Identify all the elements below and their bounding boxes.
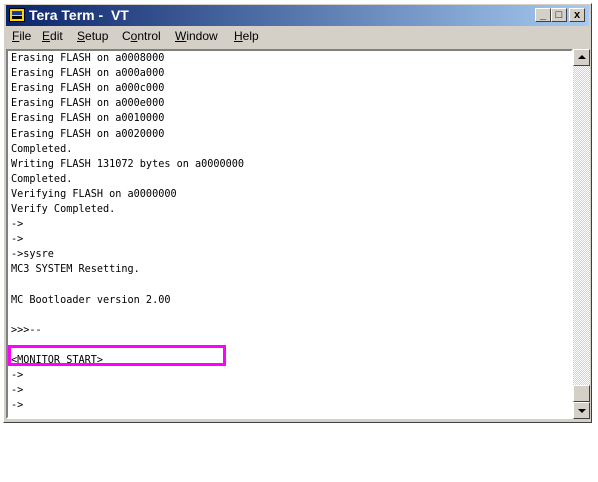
terminal-line: -> [11, 370, 24, 382]
vertical-scrollbar[interactable] [573, 49, 590, 419]
terminal-line: -> [11, 400, 24, 412]
terminal-line: ->sysre [11, 249, 54, 261]
close-button[interactable]: x [569, 8, 585, 22]
terminal-output[interactable]: Erasing FLASH on a0008000 Erasing FLASH o… [6, 49, 573, 419]
bootloader-version-highlight [8, 345, 226, 366]
terminal-line: MC3 SYSTEM Resetting. [11, 264, 140, 276]
maximize-icon: □ [555, 9, 563, 21]
maximize-button[interactable]: □ [551, 8, 567, 22]
minimize-icon: _ [539, 9, 547, 21]
menu-setup[interactable]: Setup [77, 29, 108, 44]
menu-file[interactable]: File [12, 29, 31, 44]
menu-help[interactable]: Help [234, 29, 259, 44]
terminal-line: Erasing FLASH on a0008000 [11, 53, 165, 64]
terminal-line: Verify Completed. [11, 204, 116, 215]
terminal-line: Erasing FLASH on a000c000 [11, 83, 165, 95]
scroll-down-button[interactable] [573, 402, 590, 419]
title-bar[interactable]: Tera Term - VT _ □ x [6, 5, 589, 26]
tera-term-window: Tera Term - VT _ □ x File Edit Setup Con… [3, 3, 592, 423]
close-icon: x [573, 9, 581, 21]
menu-bar: File Edit Setup Control Window Help [6, 27, 589, 46]
scroll-thumb[interactable] [573, 385, 590, 402]
terminal-line: MC Bootloader version 2.00 [11, 294, 171, 306]
terminal-line: -> [11, 234, 24, 246]
terminal-line: Completed. [11, 143, 73, 155]
terminal-line: Erasing FLASH on a000e000 [11, 98, 165, 110]
terminal-line: >>>-- [11, 324, 42, 336]
terminal-line: Erasing FLASH on a000a000 [11, 68, 165, 80]
menu-edit[interactable]: Edit [42, 29, 63, 44]
terminal-line: Completed. [11, 173, 73, 185]
menu-window[interactable]: Window [175, 29, 218, 44]
minimize-button[interactable]: _ [535, 8, 551, 22]
terminal-line: Writing FLASH 131072 bytes on a0000000 [11, 158, 245, 170]
terminal-line: Verifying FLASH on a0000000 [11, 188, 177, 200]
terminal-line: Erasing FLASH on a0010000 [11, 113, 165, 125]
terminal-line: -> [11, 219, 24, 231]
arrow-up-icon [578, 55, 586, 59]
window-title: Tera Term - VT [29, 7, 129, 23]
terminal-line: -> [11, 385, 24, 397]
scroll-up-button[interactable] [573, 49, 590, 66]
arrow-down-icon [578, 409, 586, 413]
terminal-line: Erasing FLASH on a0020000 [11, 128, 165, 140]
menu-control[interactable]: Control [122, 29, 161, 44]
tera-term-app-icon[interactable] [9, 8, 25, 22]
